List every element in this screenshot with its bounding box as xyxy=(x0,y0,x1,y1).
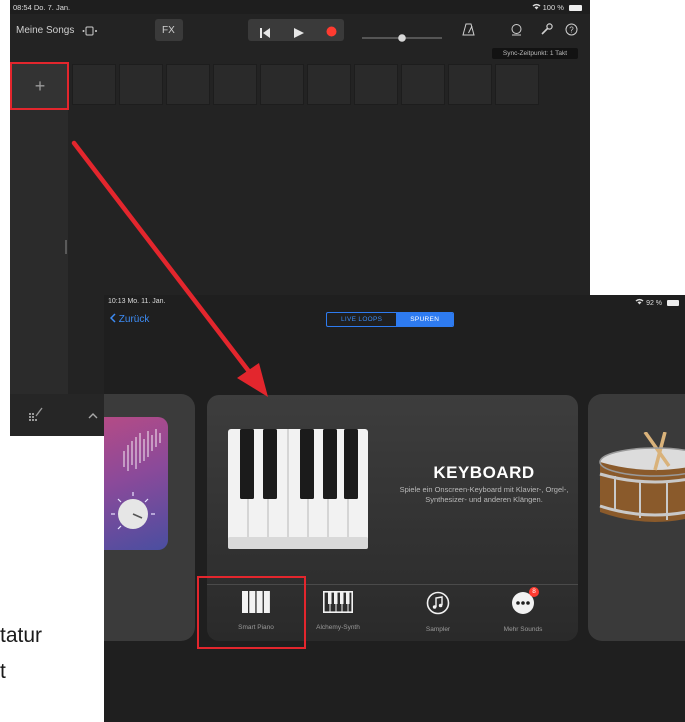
wifi-icon xyxy=(532,3,543,12)
more-sounds-wrap: 8 xyxy=(511,587,539,620)
status-right: 100 % xyxy=(532,3,582,12)
tab-tracks[interactable]: SPUREN xyxy=(396,313,454,326)
track-cell[interactable] xyxy=(119,64,163,105)
browser-view-icon[interactable] xyxy=(82,24,98,42)
instrument-more-sounds[interactable]: 8 Mehr Sounds xyxy=(478,587,568,633)
snare-drum-artwork xyxy=(599,432,685,522)
status-time-browser: 10:13 Mo. 11. Jan. xyxy=(108,298,166,305)
record-icon[interactable] xyxy=(326,24,337,42)
view-segmented-control: LIVE LOOPS SPUREN xyxy=(326,312,455,327)
instrument-label: Sampler xyxy=(425,626,451,633)
instrument-label: Mehr Sounds xyxy=(503,626,543,633)
battery-percent: 100 % xyxy=(542,3,564,12)
background-text-2: t xyxy=(0,660,6,683)
track-cell[interactable] xyxy=(213,64,257,105)
highlight-add-track xyxy=(10,62,69,110)
metronome-icon[interactable] xyxy=(462,23,475,41)
track-cell[interactable] xyxy=(72,64,116,105)
edit-tracks-icon[interactable] xyxy=(28,406,44,425)
instrument-label: Alchemy-Synth xyxy=(316,624,360,631)
track-cell[interactable] xyxy=(401,64,445,105)
go-to-start-icon[interactable] xyxy=(260,25,270,43)
instrument-browser-screen: 10:13 Mo. 11. Jan. 92 % Zurück LIVE LOOP… xyxy=(104,295,685,722)
page-indicator[interactable] xyxy=(344,716,422,722)
battery-icon xyxy=(667,300,679,307)
back-button[interactable]: Zurück xyxy=(109,313,150,325)
fx-label: FX xyxy=(162,25,175,36)
track-cell[interactable] xyxy=(260,64,304,105)
keyboard-description: Spiele ein Onscreen-Keyboard mit Klavier… xyxy=(399,485,569,504)
loops-icon[interactable] xyxy=(510,23,523,41)
back-label: Zurück xyxy=(118,314,150,325)
keyboard-title: KEYBOARD xyxy=(433,463,535,482)
sync-point-label[interactable]: Sync-Zeitpunkt: 1 Takt xyxy=(492,48,578,59)
annotated-screenshot: tatur t 08:54 Do. 7. Jan. 100 % Meine So… xyxy=(0,0,685,722)
knob-icon xyxy=(111,492,155,530)
track-cell[interactable] xyxy=(495,64,539,105)
chevron-up-icon[interactable] xyxy=(88,408,98,422)
sampler-icon xyxy=(426,591,450,615)
chevron-left-icon xyxy=(109,313,116,323)
keyboard-icon xyxy=(323,591,353,613)
resize-handle[interactable] xyxy=(65,240,67,254)
track-cell[interactable] xyxy=(354,64,398,105)
toolbar: Meine Songs FX ? xyxy=(10,14,590,46)
waveform-icon xyxy=(123,429,161,471)
volume-slider[interactable] xyxy=(362,29,442,47)
status-right-browser: 92 % xyxy=(635,298,679,307)
help-icon[interactable]: ? xyxy=(565,23,578,41)
battery-percent-browser: 92 % xyxy=(646,300,663,307)
svg-text:?: ? xyxy=(569,26,574,35)
my-songs-button[interactable]: Meine Songs xyxy=(16,25,74,36)
track-cell[interactable] xyxy=(448,64,492,105)
tab-live-loops[interactable]: LIVE LOOPS xyxy=(327,313,396,326)
wifi-icon xyxy=(635,298,646,307)
piano-keys-artwork xyxy=(228,429,368,549)
track-cell[interactable] xyxy=(166,64,210,105)
settings-wrench-icon[interactable] xyxy=(540,23,553,41)
notification-badge: 8 xyxy=(529,587,539,597)
track-header-sidebar xyxy=(10,62,68,436)
alchemy-artwork xyxy=(104,417,168,550)
status-bar-browser: 10:13 Mo. 11. Jan. 92 % xyxy=(104,295,685,308)
play-icon[interactable] xyxy=(294,25,304,43)
status-time: 08:54 Do. 7. Jan. xyxy=(13,3,71,12)
instrument-alchemy-synth[interactable]: Alchemy-Synth xyxy=(293,591,383,631)
battery-icon xyxy=(569,5,582,12)
highlight-smart-piano xyxy=(197,576,306,649)
instrument-sampler[interactable]: Sampler xyxy=(393,591,483,633)
background-text-1: tatur xyxy=(0,624,43,647)
status-bar: 08:54 Do. 7. Jan. 100 % xyxy=(10,0,590,14)
track-cell[interactable] xyxy=(307,64,351,105)
